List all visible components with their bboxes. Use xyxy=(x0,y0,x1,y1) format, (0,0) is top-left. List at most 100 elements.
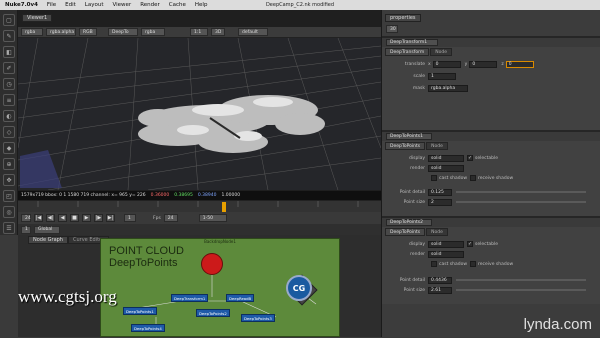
select-tool-icon[interactable]: ▢ xyxy=(3,14,15,26)
timeline-playhead[interactable] xyxy=(222,202,226,212)
zoom-dropdown[interactable]: 1:1 xyxy=(190,28,208,36)
prev-key-button[interactable]: ◀| xyxy=(46,214,55,222)
receive-shadow-checkbox[interactable] xyxy=(470,261,477,267)
alpha-dropdown[interactable]: rgba.alpha xyxy=(46,28,76,36)
paint-tool-icon[interactable]: ✎ xyxy=(3,30,15,42)
menu-viewer[interactable]: Viewer xyxy=(113,2,132,8)
viewer-canvas[interactable] xyxy=(18,38,381,190)
frame-range[interactable]: 1-50 xyxy=(198,214,227,222)
properties-panel: properties 30 DeepTransform1 DeepTransfo… xyxy=(381,10,600,337)
menu-help[interactable]: Help xyxy=(195,2,208,8)
point-size-slider[interactable] xyxy=(456,201,586,203)
tab-deeptopoints[interactable]: DeepToPoints xyxy=(385,228,426,236)
frame-input[interactable]: 1 xyxy=(124,214,136,222)
global-dropdown[interactable]: Global xyxy=(34,225,60,234)
receive-shadow-checkbox[interactable] xyxy=(470,175,477,181)
other-tool-icon[interactable]: ☰ xyxy=(3,222,15,234)
tab-deeptransform[interactable]: DeepTransform xyxy=(385,48,430,56)
node-deeptopoints2[interactable]: DeepToPoints2 xyxy=(196,309,230,317)
fps-field[interactable]: 24 xyxy=(21,214,31,222)
tab-node[interactable]: Node xyxy=(426,142,448,150)
lut-dropdown[interactable]: default xyxy=(238,28,268,36)
display-channel-dropdown[interactable]: RGB xyxy=(79,28,97,36)
menu-render[interactable]: Render xyxy=(140,2,160,8)
go-first-button[interactable]: |◀ xyxy=(34,214,43,222)
node-deepreadb[interactable]: DeepReadB xyxy=(226,294,255,302)
node-name-field[interactable]: DeepToPoints1 xyxy=(386,133,432,140)
translate-y-field[interactable]: 0 xyxy=(469,60,498,68)
render-dropdown[interactable]: solid xyxy=(428,250,464,258)
tab-properties[interactable]: properties xyxy=(385,14,421,22)
point-detail-slider[interactable] xyxy=(456,279,586,281)
translate-z-field[interactable]: 0 xyxy=(505,60,534,68)
transform-tool-icon[interactable]: ✥ xyxy=(3,174,15,186)
point-size-field[interactable]: 2.61 xyxy=(428,286,452,294)
cast-shadow-checkbox[interactable] xyxy=(431,175,437,181)
render-row: render solid xyxy=(382,164,600,172)
frame-increment[interactable]: 24 xyxy=(163,214,178,222)
timeline[interactable] xyxy=(18,200,381,212)
tab-node[interactable]: Node xyxy=(430,48,452,56)
tab-deeptopoints[interactable]: DeepToPoints xyxy=(385,142,426,150)
translate-x-field[interactable]: 0 xyxy=(432,60,461,68)
render-row: render solid xyxy=(382,250,600,258)
image-info: 1579x719 bbox: 0 1 1580 719 channel: x= … xyxy=(21,193,146,198)
scale-field[interactable]: 1 xyxy=(428,72,456,80)
input-a-dropdown[interactable]: DeepTo xyxy=(108,28,138,36)
selectable-checkbox[interactable] xyxy=(467,241,473,247)
viewer-mode-bar: 1 Global xyxy=(18,224,381,235)
channel-tool-icon[interactable]: ≡ xyxy=(3,94,15,106)
node-name-field[interactable]: DeepTransform1 xyxy=(386,39,438,46)
point-size-field[interactable]: 2 xyxy=(428,198,452,206)
views-tool-icon[interactable]: ◎ xyxy=(3,206,15,218)
render-dropdown[interactable]: solid xyxy=(428,164,464,172)
selectable-checkbox[interactable] xyxy=(467,155,473,161)
node-deeptopoints1[interactable]: DeepToPoints1 xyxy=(123,307,157,315)
point-detail-field[interactable]: 0.125 xyxy=(428,188,452,196)
menu-cache[interactable]: Cache xyxy=(169,2,186,8)
point-detail-field[interactable]: 0.4436 xyxy=(428,276,452,284)
menu-file[interactable]: File xyxy=(47,2,56,8)
left-toolbar: ▢ ✎ ◧ ✐ ◷ ≡ ◐ ◇ ◆ ⊕ ✥ ◰ ◎ ☰ xyxy=(0,10,18,235)
draw-tool-icon[interactable]: ✐ xyxy=(3,62,15,74)
color-tool-icon[interactable]: ◐ xyxy=(3,110,15,122)
max-panels-field[interactable]: 30 xyxy=(386,25,398,33)
tab-node[interactable]: Node xyxy=(426,228,448,236)
play-forward-button[interactable]: ▶ xyxy=(82,214,91,222)
cast-shadow-checkbox[interactable] xyxy=(431,261,437,267)
view-mode-dropdown[interactable]: 3D xyxy=(211,28,225,36)
section-tabs: DeepTransform Node xyxy=(382,47,600,56)
section-tabs: DeepToPoints Node xyxy=(382,227,600,236)
tab-node-graph[interactable]: Node Graph xyxy=(28,236,68,244)
image-tool-icon[interactable]: ◧ xyxy=(3,46,15,58)
tab-viewer[interactable]: Viewer1 xyxy=(22,14,53,22)
app-menu[interactable]: Nuke7.0v4 xyxy=(5,2,38,8)
merge-tool-icon[interactable]: ⊕ xyxy=(3,158,15,170)
node-deeptransform1[interactable]: DeepTransform1 xyxy=(171,294,209,302)
transport-controls: 24 |◀ ◀| ◀ ■ ▶ |▶ ▶| 1 Fps 24 1-50 xyxy=(18,212,381,224)
node-deeptopoints4[interactable]: DeepToPoints4 xyxy=(131,324,165,332)
display-dropdown[interactable]: solid xyxy=(428,154,464,162)
node-name-field[interactable]: DeepToPoints2 xyxy=(386,219,432,226)
input-b-dropdown[interactable]: rgba xyxy=(141,28,165,36)
channels-dropdown[interactable]: rgba xyxy=(21,28,43,36)
go-last-button[interactable]: ▶| xyxy=(106,214,115,222)
keyer-tool-icon[interactable]: ◆ xyxy=(3,142,15,154)
filter-tool-icon[interactable]: ◇ xyxy=(3,126,15,138)
viewer-panel: Viewer1 rgba rgba.alpha RGB DeepTo rgba … xyxy=(18,10,381,235)
play-back-button[interactable]: ◀ xyxy=(58,214,67,222)
stop-button[interactable]: ■ xyxy=(70,214,79,222)
next-key-button[interactable]: |▶ xyxy=(94,214,103,222)
mask-dropdown[interactable]: rgba.alpha xyxy=(428,84,468,92)
display-dropdown[interactable]: solid xyxy=(428,240,464,248)
point-size-slider[interactable] xyxy=(456,289,586,291)
point-detail-slider[interactable] xyxy=(456,191,586,193)
menu-layout[interactable]: Layout xyxy=(85,2,104,8)
time-tool-icon[interactable]: ◷ xyxy=(3,78,15,90)
node-graph-panel[interactable]: Node Graph Curve Editor BackdropNode1 PO… xyxy=(18,235,381,337)
3d-tool-icon[interactable]: ◰ xyxy=(3,190,15,202)
node-deeptopoints3[interactable]: DeepToPoints3 xyxy=(241,314,275,322)
cbox-field[interactable]: 1 xyxy=(21,225,31,234)
menu-edit[interactable]: Edit xyxy=(65,2,76,8)
section-header: DeepToPoints1 xyxy=(382,132,600,141)
